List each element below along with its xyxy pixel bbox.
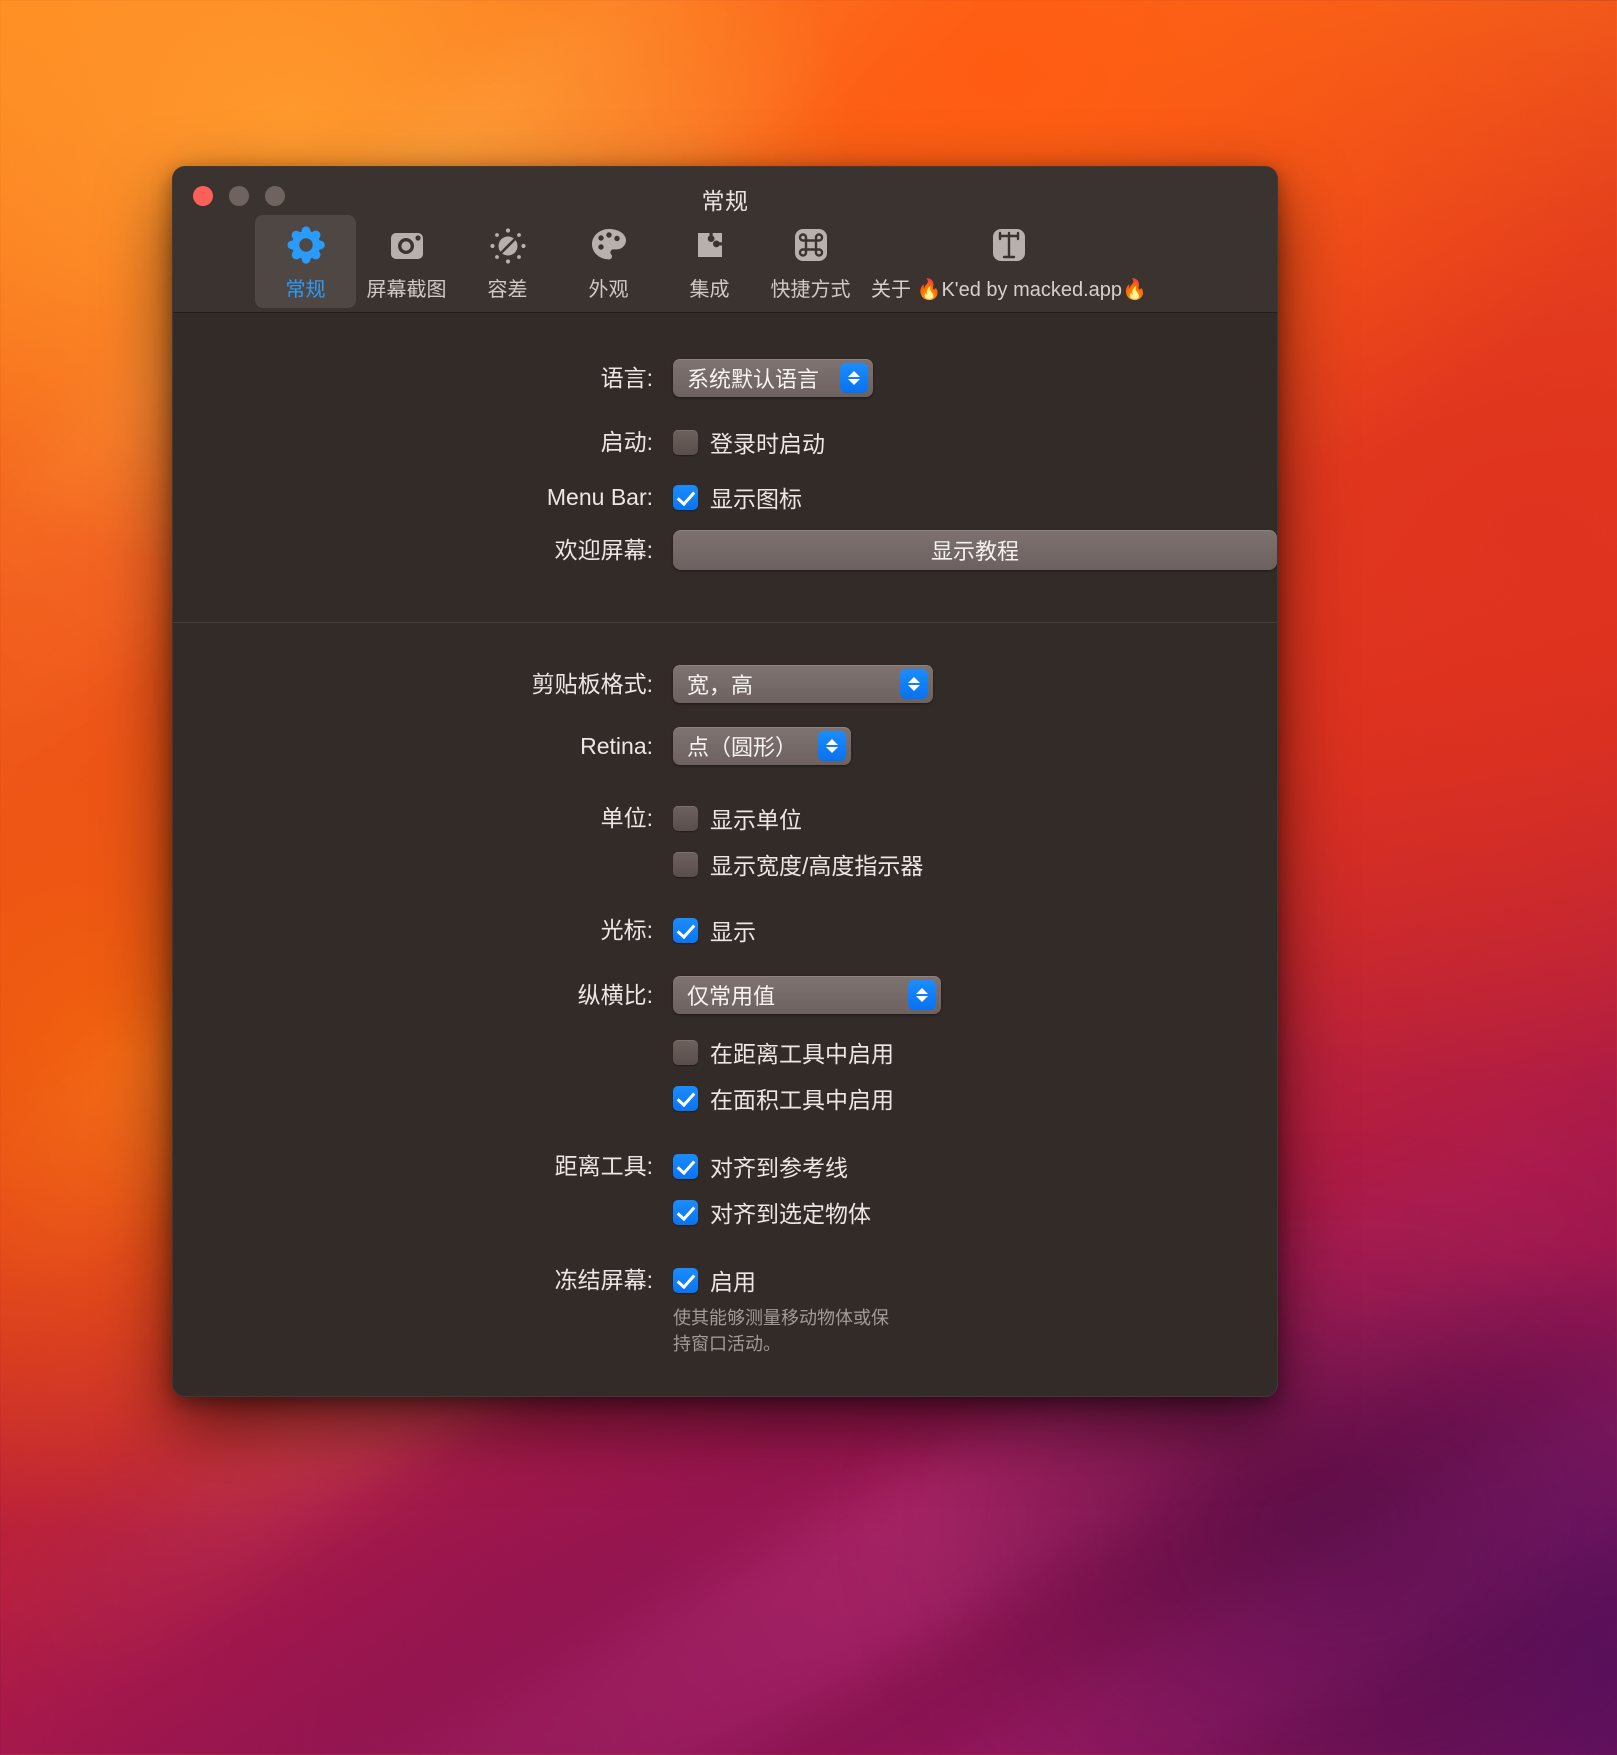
language-popup[interactable]: 系统默认语言 (673, 359, 873, 397)
tolerance-icon (487, 223, 529, 267)
row-welcome-screen: 欢迎屏幕: 显示教程 (173, 530, 1277, 570)
checkbox-label: 显示宽度/高度指示器 (710, 853, 924, 879)
chevron-up-down-icon (900, 669, 928, 699)
puzzle-icon (689, 223, 731, 267)
row-clipboard-format: 剪贴板格式: 宽，高 (173, 665, 1277, 703)
menubar-label: Menu Bar: (546, 484, 653, 510)
section-general: 语言: 系统默认语言 启动: 登录时启动 Menu Bar: 显示图标 欢迎屏幕… (173, 313, 1277, 570)
checkbox-box[interactable] (673, 1267, 698, 1293)
tab-shortcuts[interactable]: 快捷方式 (760, 215, 861, 308)
preferences-content: 语言: 系统默认语言 启动: 登录时启动 Menu Bar: 显示图标 欢迎屏幕… (173, 313, 1277, 1396)
row-retina: Retina: 点（圆形） (173, 727, 1277, 765)
aspect-ratio-popup[interactable]: 仅常用值 (673, 976, 941, 1014)
window-titlebar: 常规 常规 屏幕截图 容差 外观 集成 快捷方式 关于 🔥K'ed by mac… (173, 167, 1277, 313)
checkbox-show-units[interactable]: 显示单位 (673, 795, 1277, 841)
camera-icon (386, 223, 428, 267)
checkbox-label: 对齐到选定物体 (710, 1201, 871, 1227)
checkbox-freeze-enable[interactable]: 启用 (673, 1257, 1277, 1303)
tab-general-label: 常规 (285, 279, 326, 301)
aspect-ratio-label: 纵横比: (577, 982, 653, 1008)
row-distance-tool: 距离工具: 对齐到参考线 对齐到选定物体 (173, 1143, 1277, 1235)
checkbox-box[interactable] (673, 851, 698, 877)
section-measurement: 剪贴板格式: 宽，高 Retina: 点（圆形） 单位: 显示单位 显示宽度/高… (173, 623, 1277, 1357)
row-cursor: 光标: 显示 (173, 907, 1277, 953)
row-startup: 启动: 登录时启动 (173, 419, 1277, 465)
checkbox-label: 显示图标 (710, 486, 802, 512)
clipboard-format-popup[interactable]: 宽，高 (673, 665, 933, 703)
tab-integration-label: 集成 (689, 279, 730, 301)
language-label: 语言: (600, 365, 653, 391)
tab-screenshot-label: 屏幕截图 (366, 279, 447, 301)
checkbox-box[interactable] (673, 805, 698, 831)
tab-integration[interactable]: 集成 (659, 215, 760, 308)
startup-label: 启动: (600, 429, 653, 455)
checkbox-box[interactable] (673, 429, 698, 455)
window-title: 常规 (701, 188, 749, 214)
row-freeze-screen: 冻结屏幕: 启用 使其能够测量移动物体或保持窗口活动。 (173, 1257, 1277, 1357)
chevron-up-down-icon (908, 980, 936, 1010)
tab-about[interactable]: 关于 🔥K'ed by macked.app🔥 (861, 215, 1157, 308)
checkbox-label: 登录时启动 (710, 431, 825, 457)
checkbox-enable-area-tool[interactable]: 在面积工具中启用 (673, 1075, 1277, 1121)
distance-tool-label: 距离工具: (554, 1153, 653, 1179)
checkbox-box[interactable] (673, 1085, 698, 1111)
checkbox-label: 显示 (710, 919, 756, 945)
clipboard-format-value: 宽，高 (687, 673, 754, 698)
checkbox-show-wh-indicator[interactable]: 显示宽度/高度指示器 (673, 841, 1277, 887)
row-language: 语言: 系统默认语言 (173, 359, 1277, 397)
retina-popup[interactable]: 点（圆形） (673, 727, 851, 765)
palette-icon (588, 223, 630, 267)
checkbox-snap-to-guides[interactable]: 对齐到参考线 (673, 1143, 1277, 1189)
preferences-window: 常规 常规 屏幕截图 容差 外观 集成 快捷方式 关于 🔥K'ed by mac… (172, 166, 1278, 1397)
checkbox-label: 启用 (710, 1269, 756, 1295)
chevron-up-down-icon (818, 731, 846, 761)
clipboard-format-label: 剪贴板格式: (531, 671, 653, 697)
checkbox-box[interactable] (673, 1039, 698, 1065)
row-menubar: Menu Bar: 显示图标 (173, 474, 1277, 520)
checkbox-show-icon[interactable]: 显示图标 (673, 474, 1277, 520)
tab-tolerance[interactable]: 容差 (457, 215, 558, 308)
tab-appearance[interactable]: 外观 (558, 215, 659, 308)
language-value: 系统默认语言 (687, 367, 820, 392)
gear-icon (285, 223, 327, 267)
checkbox-box[interactable] (673, 1199, 698, 1225)
checkbox-box[interactable] (673, 917, 698, 943)
retina-label: Retina: (580, 733, 653, 759)
checkbox-snap-to-selected-object[interactable]: 对齐到选定物体 (673, 1189, 1277, 1235)
checkbox-box[interactable] (673, 484, 698, 510)
show-tutorial-button[interactable]: 显示教程 (673, 530, 1277, 570)
checkbox-show-cursor[interactable]: 显示 (673, 907, 1277, 953)
command-key-icon (790, 223, 832, 267)
checkbox-label: 显示单位 (710, 807, 802, 833)
units-label: 单位: (600, 805, 653, 831)
tab-general[interactable]: 常规 (255, 215, 356, 308)
checkbox-label: 在距离工具中启用 (710, 1041, 894, 1067)
row-units: 单位: 显示单位 显示宽度/高度指示器 (173, 795, 1277, 887)
checkbox-box[interactable] (673, 1153, 698, 1179)
tab-shortcuts-label: 快捷方式 (770, 279, 851, 301)
freeze-screen-hint: 使其能够测量移动物体或保持窗口活动。 (673, 1308, 889, 1354)
aspect-ratio-value: 仅常用值 (687, 984, 776, 1009)
checkbox-launch-at-login[interactable]: 登录时启动 (673, 419, 1277, 465)
tab-appearance-label: 外观 (588, 279, 629, 301)
ruler-cross-icon (988, 223, 1030, 267)
retina-value: 点（圆形） (687, 735, 798, 760)
tab-tolerance-label: 容差 (487, 279, 528, 301)
freeze-screen-label: 冻结屏幕: (554, 1267, 653, 1293)
welcome-screen-label: 欢迎屏幕: (554, 537, 653, 563)
checkbox-label: 对齐到参考线 (710, 1155, 848, 1181)
cursor-label: 光标: (600, 917, 653, 943)
checkbox-enable-distance-tool[interactable]: 在距离工具中启用 (673, 1029, 1277, 1075)
checkbox-label: 在面积工具中启用 (710, 1087, 894, 1113)
chevron-up-down-icon (840, 363, 868, 393)
row-aspect-ratio: 纵横比: 仅常用值 在距离工具中启用 在面积工具中启用 (173, 976, 1277, 1121)
tab-screenshot[interactable]: 屏幕截图 (356, 215, 457, 308)
tab-about-label: 关于 🔥K'ed by macked.app🔥 (871, 279, 1147, 301)
preferences-toolbar: 常规 屏幕截图 容差 外观 集成 快捷方式 关于 🔥K'ed by macked… (255, 215, 1157, 308)
